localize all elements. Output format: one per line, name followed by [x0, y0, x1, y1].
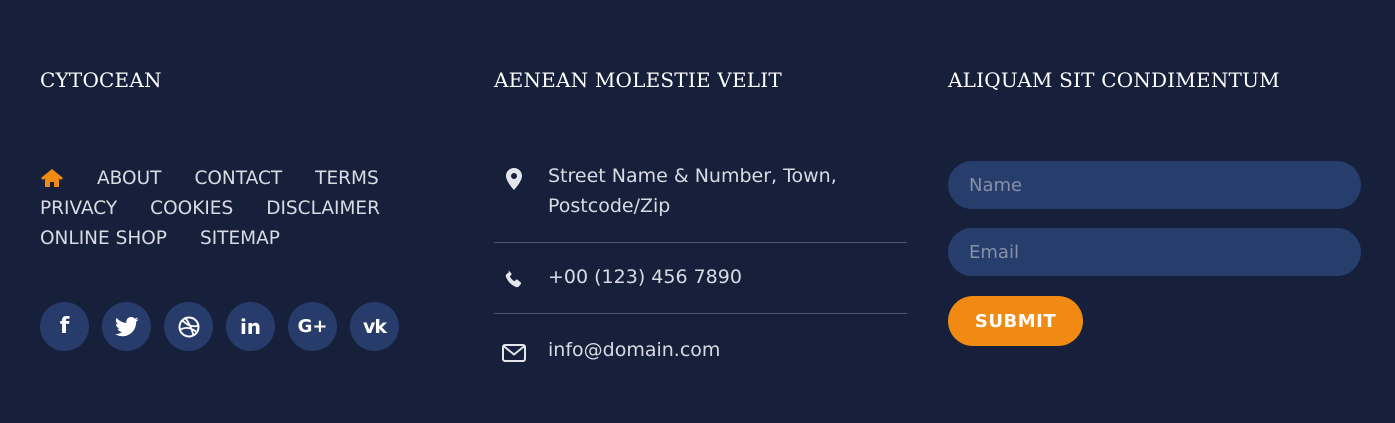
nav-link-about[interactable]: ABOUT: [97, 168, 161, 189]
vk-button[interactable]: vk: [350, 302, 399, 351]
submit-button[interactable]: SUBMIT: [948, 296, 1083, 346]
newsletter-title: ALIQUAM SIT CONDIMENTUM: [948, 68, 1280, 92]
nav-link-sitemap[interactable]: SITEMAP: [200, 228, 280, 249]
nav-row: PRIVACY COOKIES DISCLAIMER: [40, 193, 460, 223]
envelope-icon: [502, 341, 526, 365]
nav-link-online-shop[interactable]: ONLINE SHOP: [40, 228, 167, 249]
twitter-button[interactable]: [102, 302, 151, 351]
map-marker-icon: [502, 167, 526, 191]
vk-icon: vk: [362, 315, 387, 338]
dribbble-button[interactable]: [164, 302, 213, 351]
google-plus-icon: G+: [297, 316, 328, 337]
brand-title: CYTOCEAN: [40, 68, 162, 92]
twitter-icon: [114, 316, 138, 336]
address-line-1: Street Name & Number, Town,: [548, 165, 837, 187]
linkedin-button[interactable]: in: [226, 302, 275, 351]
facebook-button[interactable]: f: [40, 302, 89, 351]
nav-link-terms[interactable]: TERMS: [315, 168, 379, 189]
address-item: Street Name & Number, Town, Postcode/Zip: [494, 161, 907, 243]
nav-row: ABOUT CONTACT TERMS: [40, 163, 460, 193]
address-line-2: Postcode/Zip: [548, 195, 671, 217]
contact-title: AENEAN MOLESTIE VELIT: [494, 68, 782, 92]
email-item: info@domain.com: [494, 314, 907, 374]
footer-nav: ABOUT CONTACT TERMS PRIVACY COOKIES DISC…: [40, 163, 460, 253]
nav-link-contact[interactable]: CONTACT: [194, 168, 282, 189]
nav-link-privacy[interactable]: PRIVACY: [40, 198, 117, 219]
address-text: Street Name & Number, Town, Postcode/Zip: [548, 161, 888, 221]
google-plus-button[interactable]: G+: [288, 302, 337, 351]
nav-link-cookies[interactable]: COOKIES: [150, 198, 233, 219]
nav-row: ONLINE SHOP SITEMAP: [40, 223, 460, 253]
facebook-icon: f: [59, 314, 70, 339]
email-address[interactable]: info@domain.com: [548, 335, 888, 365]
home-icon: [41, 169, 63, 187]
home-link[interactable]: [40, 168, 64, 188]
phone-icon: [502, 267, 526, 291]
social-links: f in G+ vk: [40, 302, 412, 351]
dribbble-icon: [178, 316, 199, 337]
linkedin-icon: in: [239, 314, 262, 339]
name-input[interactable]: [948, 161, 1361, 209]
phone-item: +00 (123) 456 7890: [494, 243, 907, 314]
nav-link-disclaimer[interactable]: DISCLAIMER: [266, 198, 380, 219]
email-input[interactable]: [948, 228, 1361, 276]
phone-number[interactable]: +00 (123) 456 7890: [548, 262, 888, 292]
